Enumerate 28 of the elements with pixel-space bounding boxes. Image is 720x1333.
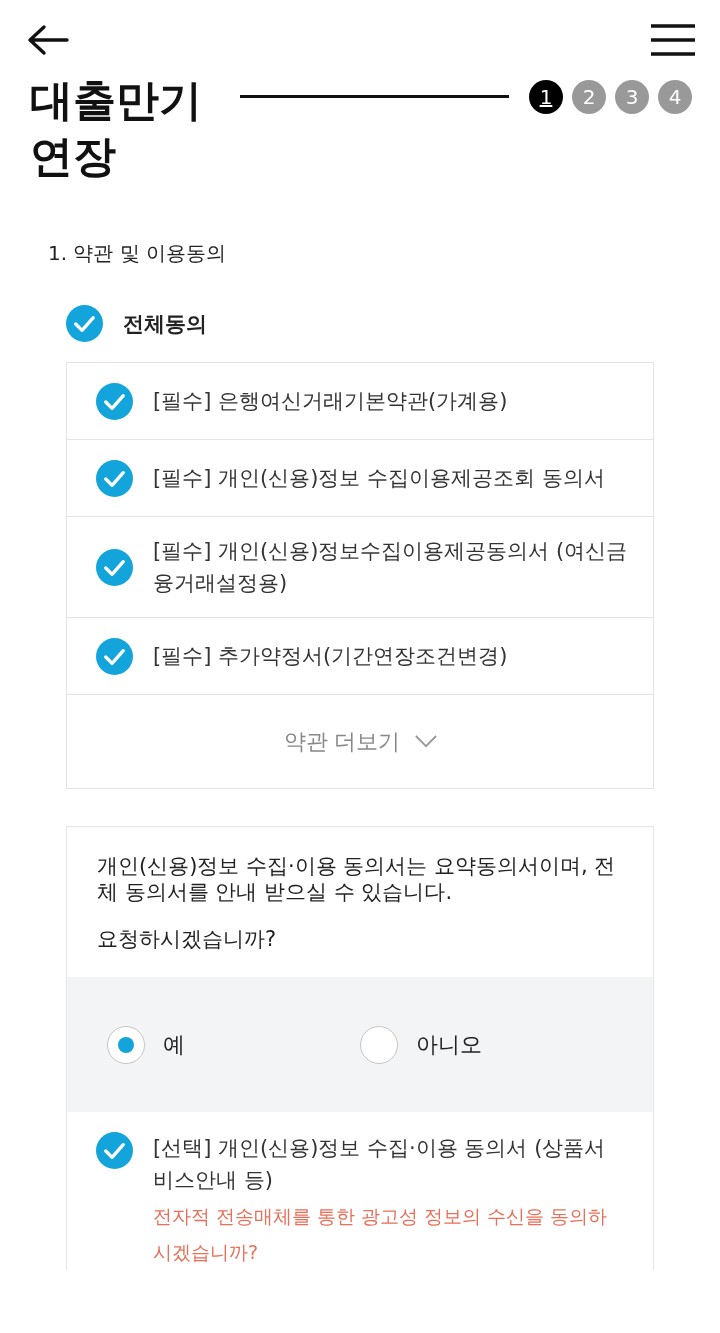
notice-question: 요청하시겠습니까? [97, 926, 278, 953]
checked-checkbox-icon[interactable] [96, 459, 133, 497]
section-heading: 1. 약관 및 이용동의 [48, 240, 228, 267]
radio-label: 아니오 [416, 1030, 482, 1059]
term-label[interactable]: [필수] 추가약정서(기간연장조건변경) [153, 640, 508, 672]
page-title: 대출만기 연장 [30, 74, 203, 183]
radio-button[interactable] [360, 1025, 398, 1064]
checked-checkbox-icon[interactable] [96, 382, 133, 420]
agree-all-label: 전체동의 [123, 310, 207, 338]
menu-icon[interactable] [651, 24, 695, 56]
term-label[interactable]: [필수] 개인(신용)정보수집이용제공동의서 (여신금융거래설정용) [153, 535, 633, 599]
checked-checkbox-icon[interactable] [66, 305, 103, 342]
notice-text: 개인(신용)정보 수집·이용 동의서는 요약동의서이며, 전체 동의서를 안내 받으실 수 있습니다. [97, 853, 617, 905]
checked-checkbox-icon[interactable] [96, 637, 133, 675]
step-indicator: 1 [529, 80, 563, 114]
back-arrow-icon[interactable] [27, 24, 69, 56]
term-label[interactable]: [선택] 개인(신용)정보 수집·이용 동의서 (상품서비스안내 등) [153, 1132, 623, 1196]
step-indicator: 2 [572, 80, 606, 114]
chevron-down-icon [414, 735, 437, 748]
checked-checkbox-icon[interactable] [96, 1132, 133, 1169]
radio-button[interactable] [107, 1025, 145, 1064]
step-indicator: 4 [658, 80, 692, 114]
term-label[interactable]: [필수] 개인(신용)정보 수집이용제공조회 동의서 [153, 462, 605, 494]
term-label[interactable]: [필수] 은행여신거래기본약관(가계용) [153, 385, 508, 417]
radio-label: 예 [163, 1030, 185, 1059]
consent-question: 전자적 전송매체를 통한 광고성 정보의 수신을 동의하시겠습니까? [153, 1204, 609, 1265]
checked-checkbox-icon[interactable] [96, 548, 133, 586]
step-indicator: 3 [615, 80, 649, 114]
